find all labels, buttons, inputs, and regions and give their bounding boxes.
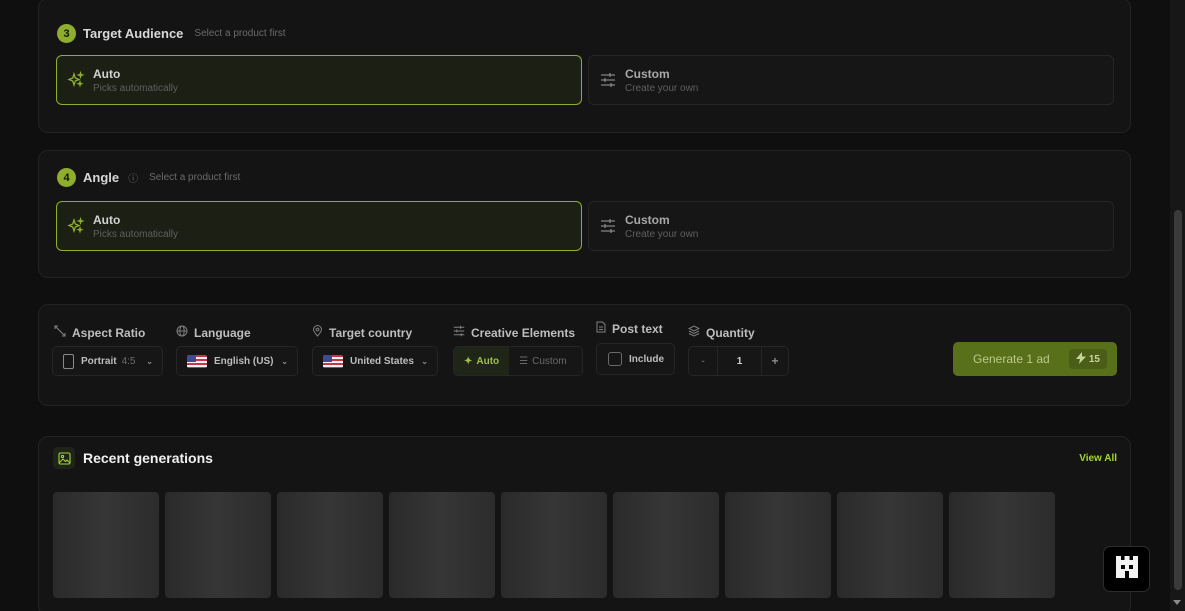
creative-elements-label: Creative Elements xyxy=(453,325,575,340)
generation-thumbnail[interactable] xyxy=(837,492,943,598)
generation-thumbnail[interactable] xyxy=(501,492,607,598)
step-hint: Select a product first xyxy=(149,172,241,183)
view-all-link[interactable]: View All xyxy=(1079,453,1117,464)
target-audience-card: 3 Target Audience Select a product first… xyxy=(38,0,1131,133)
aspect-ratio-select[interactable]: Portrait 4:5 ⌄ xyxy=(52,346,163,376)
target-country-label: Target country xyxy=(312,325,412,340)
generation-thumbnail[interactable] xyxy=(165,492,271,598)
quantity-decrement-button[interactable]: - xyxy=(689,347,718,375)
option-subtitle: Picks automatically xyxy=(93,228,179,240)
target-audience-header: 3 Target Audience Select a product first xyxy=(57,24,286,43)
step-number: 4 xyxy=(57,168,76,187)
generation-thumbnail[interactable] xyxy=(949,492,1055,598)
map-pin-icon xyxy=(312,325,323,340)
aspect-ratio-value: Portrait xyxy=(81,355,117,367)
generate-label: Generate 1 ad xyxy=(973,352,1050,366)
language-select[interactable]: English (US) ⌄ xyxy=(176,346,298,376)
image-icon xyxy=(53,447,75,469)
include-checkbox[interactable] xyxy=(608,352,622,366)
target-country-select[interactable]: United States ⌄ xyxy=(312,346,438,376)
lightning-icon xyxy=(1075,351,1086,367)
us-flag-icon xyxy=(323,354,343,368)
recent-generations-card: Recent generations View All xyxy=(38,436,1131,611)
quantity-label: Quantity xyxy=(687,325,755,340)
chevron-down-icon: ⌄ xyxy=(146,356,153,366)
page: 3 Target Audience Select a product first… xyxy=(0,0,1185,611)
generation-thumbnail[interactable] xyxy=(613,492,719,598)
thumbnail-list xyxy=(53,492,1055,598)
document-icon xyxy=(596,321,606,336)
step-hint: Select a product first xyxy=(194,28,286,39)
sparkles-icon: ✦ xyxy=(464,355,473,367)
globe-icon xyxy=(176,325,188,340)
post-text-include[interactable]: Include xyxy=(596,343,675,375)
quantity-stepper: - 1 + xyxy=(688,346,789,376)
quantity-increment-button[interactable]: + xyxy=(761,347,788,375)
option-title: Auto xyxy=(93,66,121,81)
step-title: Target Audience xyxy=(83,26,184,41)
chevron-down-icon: ⌄ xyxy=(421,356,428,366)
chevron-down-icon: ⌄ xyxy=(281,356,288,366)
generation-thumbnail[interactable] xyxy=(277,492,383,598)
option-title: Auto xyxy=(93,212,121,227)
portrait-icon xyxy=(63,353,74,369)
angle-custom-option[interactable]: Custom Create your own xyxy=(588,201,1114,251)
floating-widget-button[interactable] xyxy=(1103,546,1150,592)
angle-header: 4 Angle ⓘ Select a product first xyxy=(57,168,240,187)
sliders-icon: ☰ xyxy=(519,355,529,367)
scroll-down-arrow-icon[interactable] xyxy=(1173,600,1181,605)
recent-generations-header: Recent generations xyxy=(53,447,213,469)
option-subtitle: Picks automatically xyxy=(93,82,179,94)
layers-icon xyxy=(687,325,701,340)
creative-elements-toggle: ✦ Auto ☰ Custom xyxy=(453,346,583,376)
option-title: Custom xyxy=(625,212,670,227)
credit-cost-badge: 15 xyxy=(1068,349,1107,369)
aspect-ratio-ratio: 4:5 xyxy=(121,355,136,367)
target-audience-custom-option[interactable]: Custom Create your own xyxy=(588,55,1114,105)
quantity-input[interactable]: 1 xyxy=(718,356,761,367)
sliders-icon xyxy=(599,217,617,235)
target-country-value: United States xyxy=(350,355,414,367)
generation-thumbnail[interactable] xyxy=(389,492,495,598)
creative-custom-button[interactable]: ☰ Custom xyxy=(509,347,576,375)
sliders-icon xyxy=(453,325,465,340)
language-label: Language xyxy=(176,325,251,340)
creative-auto-button[interactable]: ✦ Auto xyxy=(454,347,510,375)
step-number: 3 xyxy=(57,24,76,43)
aspect-ratio-icon xyxy=(54,325,66,340)
scrollbar-thumb[interactable] xyxy=(1174,210,1182,590)
target-audience-auto-option[interactable]: Auto Picks automatically xyxy=(56,55,582,105)
castle-icon xyxy=(1115,555,1139,583)
language-value: English (US) xyxy=(214,355,274,367)
option-title: Custom xyxy=(625,66,670,81)
us-flag-icon xyxy=(187,354,207,368)
step-title: Angle xyxy=(83,170,120,185)
aspect-ratio-label: Aspect Ratio xyxy=(54,325,145,340)
settings-bar: Aspect Ratio Portrait 4:5 ⌄ Language Eng… xyxy=(38,304,1131,406)
sparkles-icon xyxy=(67,71,85,89)
credit-cost: 15 xyxy=(1088,353,1100,365)
info-icon[interactable]: ⓘ xyxy=(128,170,138,185)
generation-thumbnail[interactable] xyxy=(53,492,159,598)
option-subtitle: Create your own xyxy=(625,82,699,94)
sliders-icon xyxy=(599,71,617,89)
generate-button[interactable]: Generate 1 ad 15 xyxy=(953,342,1117,376)
option-subtitle: Create your own xyxy=(625,228,699,240)
include-label: Include xyxy=(629,353,665,365)
sparkles-icon xyxy=(67,217,85,235)
scrollbar[interactable] xyxy=(1170,0,1185,611)
recent-generations-title: Recent generations xyxy=(83,450,213,466)
angle-auto-option[interactable]: Auto Picks automatically xyxy=(56,201,582,251)
angle-card: 4 Angle ⓘ Select a product first Auto Pi… xyxy=(38,150,1131,278)
post-text-label: Post text xyxy=(596,321,663,336)
generation-thumbnail[interactable] xyxy=(725,492,831,598)
